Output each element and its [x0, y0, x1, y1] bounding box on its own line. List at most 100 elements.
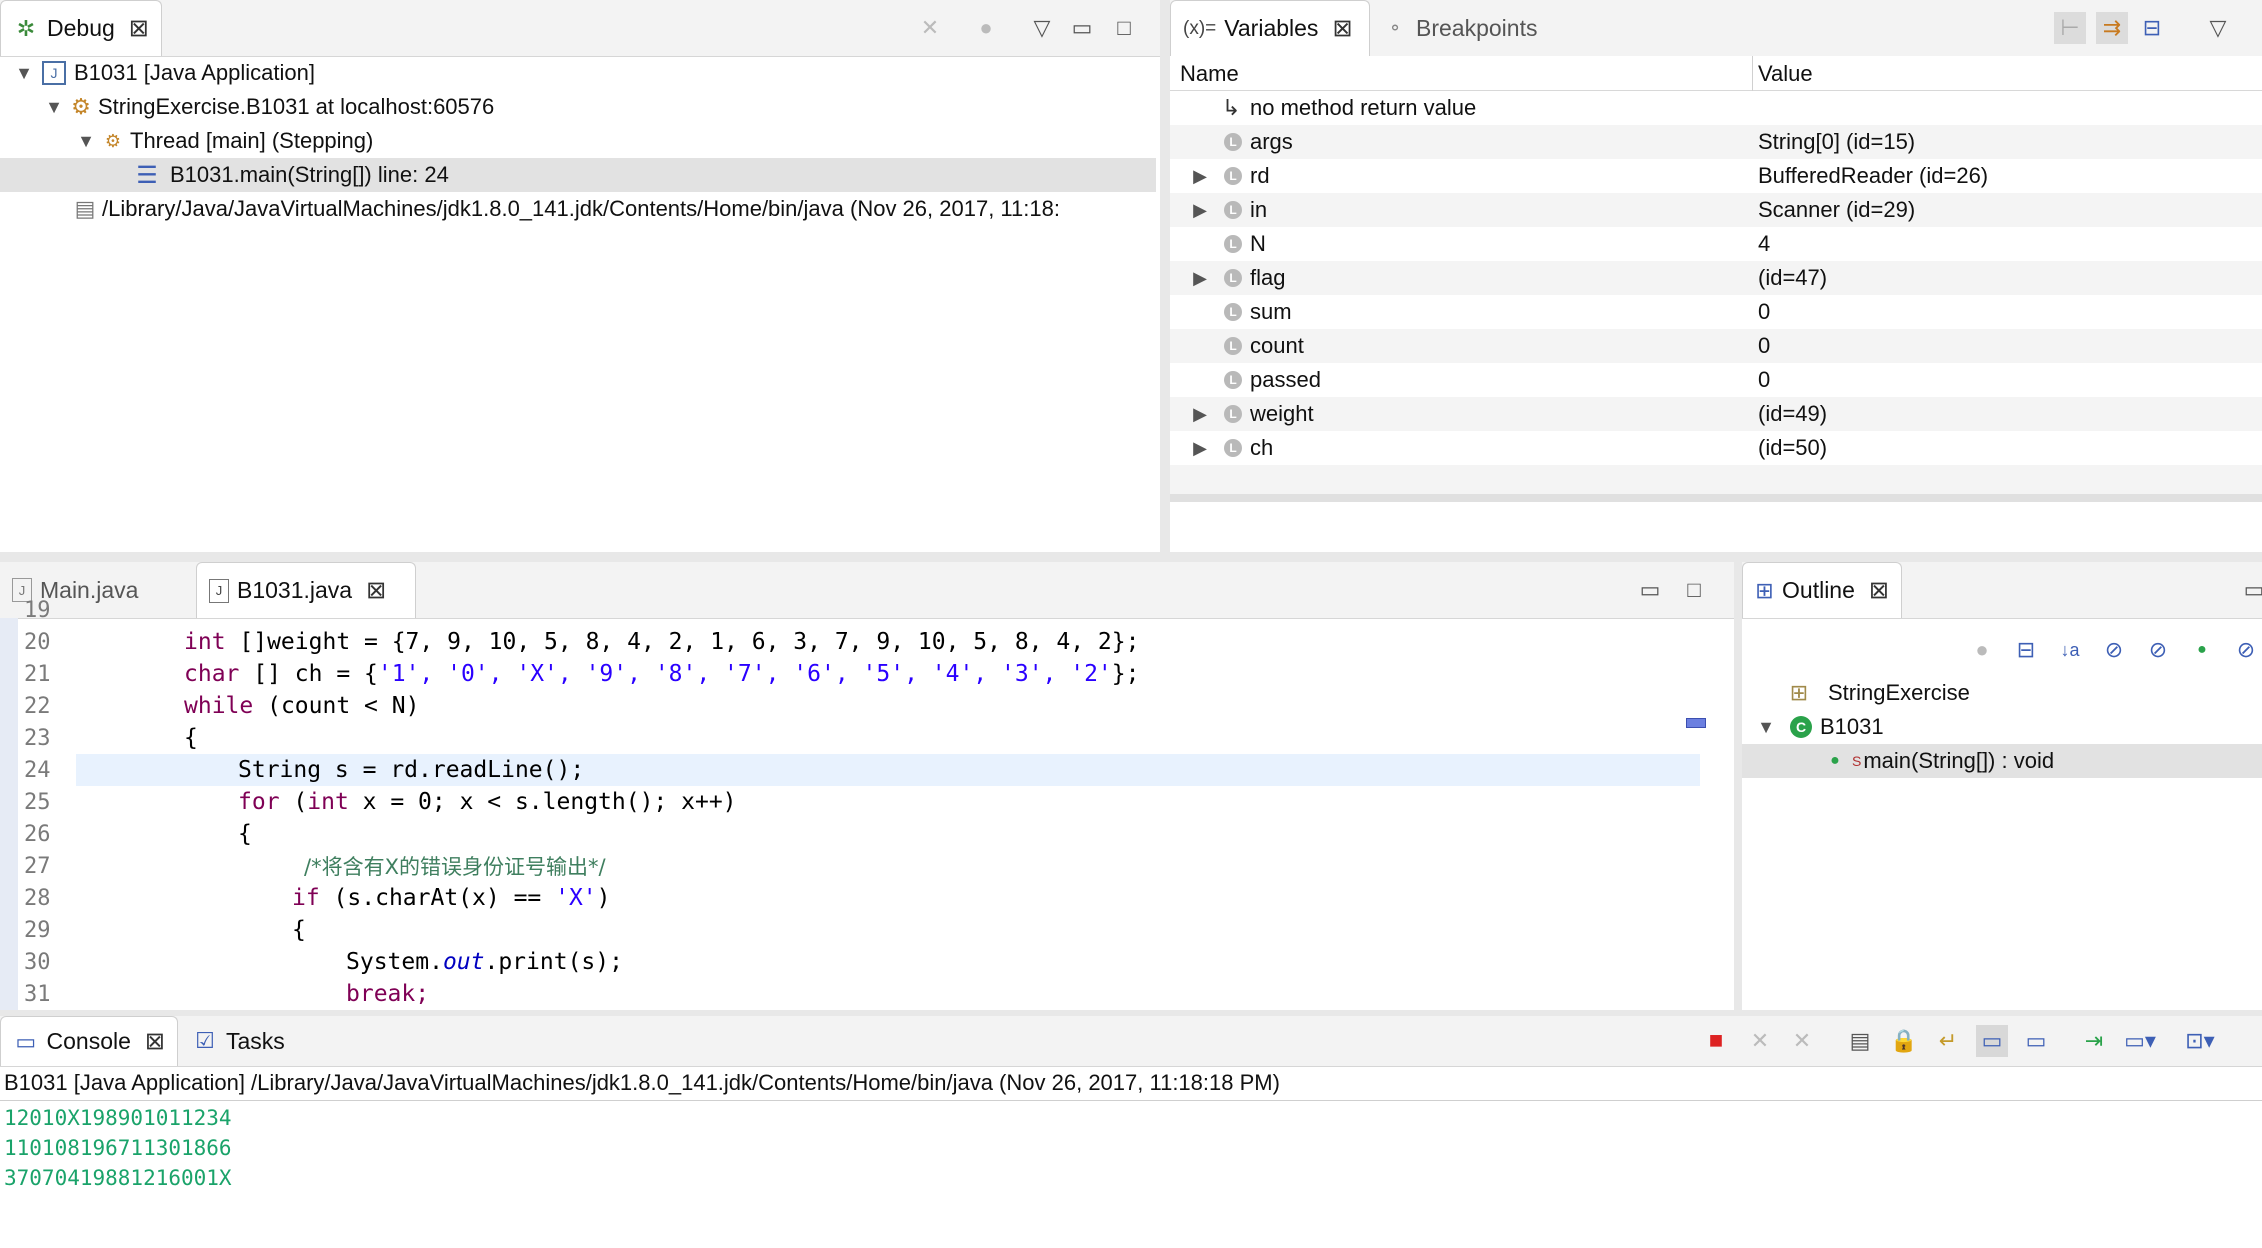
- hide-fields-icon[interactable]: ⊘: [2098, 634, 2130, 666]
- debug-process-node[interactable]: ▤ /Library/Java/JavaVirtualMachines/jdk1…: [0, 192, 1160, 226]
- overview-ruler-marker[interactable]: [1686, 718, 1706, 728]
- code-line-23: 23 {: [0, 722, 1734, 754]
- close-icon[interactable]: ⊠: [1332, 14, 1352, 43]
- display-console-icon[interactable]: ▭▾: [2124, 1025, 2156, 1057]
- local-variable-icon: L: [1224, 405, 1242, 423]
- view-menu-icon[interactable]: ▽: [2202, 12, 2234, 44]
- maximize-icon[interactable]: □: [1108, 12, 1140, 44]
- variable-row[interactable]: Largs String[0] (id=15): [1170, 125, 2262, 159]
- variable-row[interactable]: ▶ Lch (id=50): [1170, 431, 2262, 465]
- close-icon[interactable]: ⊠: [145, 1027, 165, 1056]
- variable-row[interactable]: Lcount 0: [1170, 329, 2262, 363]
- show-type-names-icon[interactable]: ⊢: [2054, 12, 2086, 44]
- console-output-line: 12010X198901011234: [4, 1106, 232, 1130]
- variable-row[interactable]: LN 4: [1170, 227, 2262, 261]
- tab-breakpoints[interactable]: ⚬ Breakpoints: [1370, 0, 1560, 56]
- open-console-icon[interactable]: ⊡▾: [2184, 1025, 2216, 1057]
- variable-value: Scanner (id=29): [1758, 197, 1916, 222]
- show-logical-structure-icon[interactable]: ⇉: [2096, 12, 2128, 44]
- tab-outline[interactable]: ⊞ Outline ⊠: [1742, 562, 1902, 618]
- remove-terminated-icon[interactable]: ✕: [914, 12, 946, 44]
- expand-down-icon[interactable]: ▼: [44, 97, 64, 118]
- debug-thread-node[interactable]: ▼ ⚙ Thread [main] (Stepping): [0, 124, 1160, 158]
- expand-down-icon[interactable]: ▼: [14, 63, 34, 84]
- variable-value: (id=50): [1758, 435, 1828, 460]
- expand-right-icon[interactable]: ▶: [1190, 166, 1210, 187]
- variable-row[interactable]: ▶ Lweight (id=49): [1170, 397, 2262, 431]
- scroll-lock-icon[interactable]: 🔒: [1888, 1025, 1920, 1057]
- disconnect-icon[interactable]: ●: [970, 12, 1002, 44]
- expand-down-icon[interactable]: ▼: [76, 131, 96, 152]
- minimize-icon[interactable]: ▭: [2238, 574, 2262, 606]
- hide-nonpublic-icon[interactable]: ●: [2186, 634, 2218, 666]
- code-line-25: 25 for (int x = 0; x < s.length(); x++): [0, 786, 1734, 818]
- close-icon[interactable]: ⊠: [129, 14, 149, 43]
- hide-local-types-icon[interactable]: ⊘: [2230, 634, 2262, 666]
- outline-class-node[interactable]: ▼ C B1031: [1742, 710, 2262, 744]
- view-menu-icon[interactable]: ▽: [1026, 12, 1058, 44]
- variable-row[interactable]: ↳ no method return value: [1170, 91, 2262, 125]
- code-field: out: [442, 949, 485, 975]
- code-keyword: char: [184, 661, 240, 687]
- expand-right-icon[interactable]: ▶: [1190, 404, 1210, 425]
- code-string: '1', '0', 'X', '9', '8', '7', '6', '5', …: [377, 661, 1112, 687]
- expand-right-icon[interactable]: ▶: [1190, 438, 1210, 459]
- expand-right-icon[interactable]: ▶: [1190, 200, 1210, 221]
- console-icon: ▭: [15, 1028, 37, 1054]
- outline-package-node[interactable]: ⊞ StringExercise: [1742, 676, 2262, 710]
- tab-variables[interactable]: (x)= Variables ⊠: [1170, 0, 1370, 56]
- variable-name: rd: [1250, 163, 1270, 188]
- remove-launch-icon[interactable]: ✕: [1744, 1025, 1776, 1057]
- code-line-28: 28 if (s.charAt(x) == 'X'): [0, 882, 1734, 914]
- process-label: /Library/Java/JavaVirtualMachines/jdk1.8…: [102, 196, 1060, 221]
- focus-icon[interactable]: ●: [1966, 634, 1998, 666]
- collapse-all-icon[interactable]: ⊟: [2010, 634, 2042, 666]
- sort-icon[interactable]: ↓a: [2054, 634, 2086, 666]
- debug-target-node[interactable]: ▼ ⚙ StringExercise.B1031 at localhost:60…: [0, 90, 1160, 124]
- local-variable-icon: L: [1224, 439, 1242, 457]
- collapse-all-icon[interactable]: ⊟: [2136, 12, 2168, 44]
- console-process-header: B1031 [Java Application] /Library/Java/J…: [4, 1070, 1280, 1095]
- console-output-line: 110108196711301866: [4, 1136, 232, 1160]
- expand-right-icon[interactable]: ▶: [1190, 268, 1210, 289]
- debug-frame-node[interactable]: ☰ B1031.main(String[]) line: 24: [0, 158, 1156, 192]
- variable-row[interactable]: Lsum 0: [1170, 295, 2262, 329]
- show-when-stdout-icon[interactable]: ▭: [1976, 1025, 2008, 1057]
- code-editor[interactable]: 19 20 int []weight = {7, 9, 10, 5, 8, 4,…: [0, 598, 1734, 1010]
- tab-debug[interactable]: ✲ Debug ⊠: [0, 0, 162, 56]
- show-when-stderr-icon[interactable]: ▭: [2020, 1025, 2052, 1057]
- variable-row[interactable]: Lpassed 0: [1170, 363, 2262, 397]
- pin-console-icon[interactable]: ⇥: [2078, 1025, 2110, 1057]
- remove-all-terminated-icon[interactable]: ✕: [1786, 1025, 1818, 1057]
- variable-row[interactable]: ▶ Lrd BufferedReader (id=26): [1170, 159, 2262, 193]
- console-tabbar: ▭ Console ⊠ ☑ Tasks ■ ✕ ✕ ▤ 🔒 ↵ ▭ ▭ ⇥ ▭▾…: [0, 1016, 2262, 1067]
- tab-tasks[interactable]: ☑ Tasks: [180, 1016, 310, 1066]
- terminate-icon[interactable]: ■: [1700, 1025, 1732, 1057]
- variables-detail-separator[interactable]: [1170, 494, 2262, 502]
- editor-area: J Main.java J B1031.java ⊠ ▭ □ 19 20 int…: [0, 562, 1734, 1010]
- variable-name: ch: [1250, 435, 1274, 460]
- column-name-header[interactable]: Name: [1180, 61, 1239, 87]
- outline-class-label: B1031: [1820, 714, 1884, 739]
- code-line-26: 26 {: [0, 818, 1734, 850]
- variable-row[interactable]: ▶ Lin Scanner (id=29): [1170, 193, 2262, 227]
- stack-frame-icon: ☰: [136, 161, 158, 189]
- public-method-icon: ●: [1830, 752, 1840, 769]
- line-number: 25: [24, 789, 51, 815]
- variables-view: (x)= Variables ⊠ ⚬ Breakpoints ⊢ ⇉ ⊟ ▽ N…: [1170, 0, 2262, 552]
- outline-method-node[interactable]: ● S main(String[]) : void: [1742, 744, 2262, 778]
- local-variable-icon: L: [1224, 167, 1242, 185]
- close-icon[interactable]: ⊠: [1869, 576, 1889, 605]
- column-value-header[interactable]: Value: [1758, 61, 1813, 87]
- clear-console-icon[interactable]: ▤: [1844, 1025, 1876, 1057]
- tab-console[interactable]: ▭ Console ⊠: [0, 1016, 178, 1066]
- expand-down-icon[interactable]: ▼: [1756, 717, 1776, 738]
- minimize-icon[interactable]: ▭: [1066, 12, 1098, 44]
- local-variable-icon: L: [1224, 201, 1242, 219]
- hide-static-icon[interactable]: ⊘: [2142, 634, 2174, 666]
- variable-row[interactable]: ▶ Lflag (id=47): [1170, 261, 2262, 295]
- debug-launch-node[interactable]: ▼ J B1031 [Java Application]: [0, 56, 1160, 90]
- line-number: 19: [24, 597, 51, 623]
- word-wrap-icon[interactable]: ↵: [1932, 1025, 1964, 1057]
- code-line-29: 29 {: [0, 914, 1734, 946]
